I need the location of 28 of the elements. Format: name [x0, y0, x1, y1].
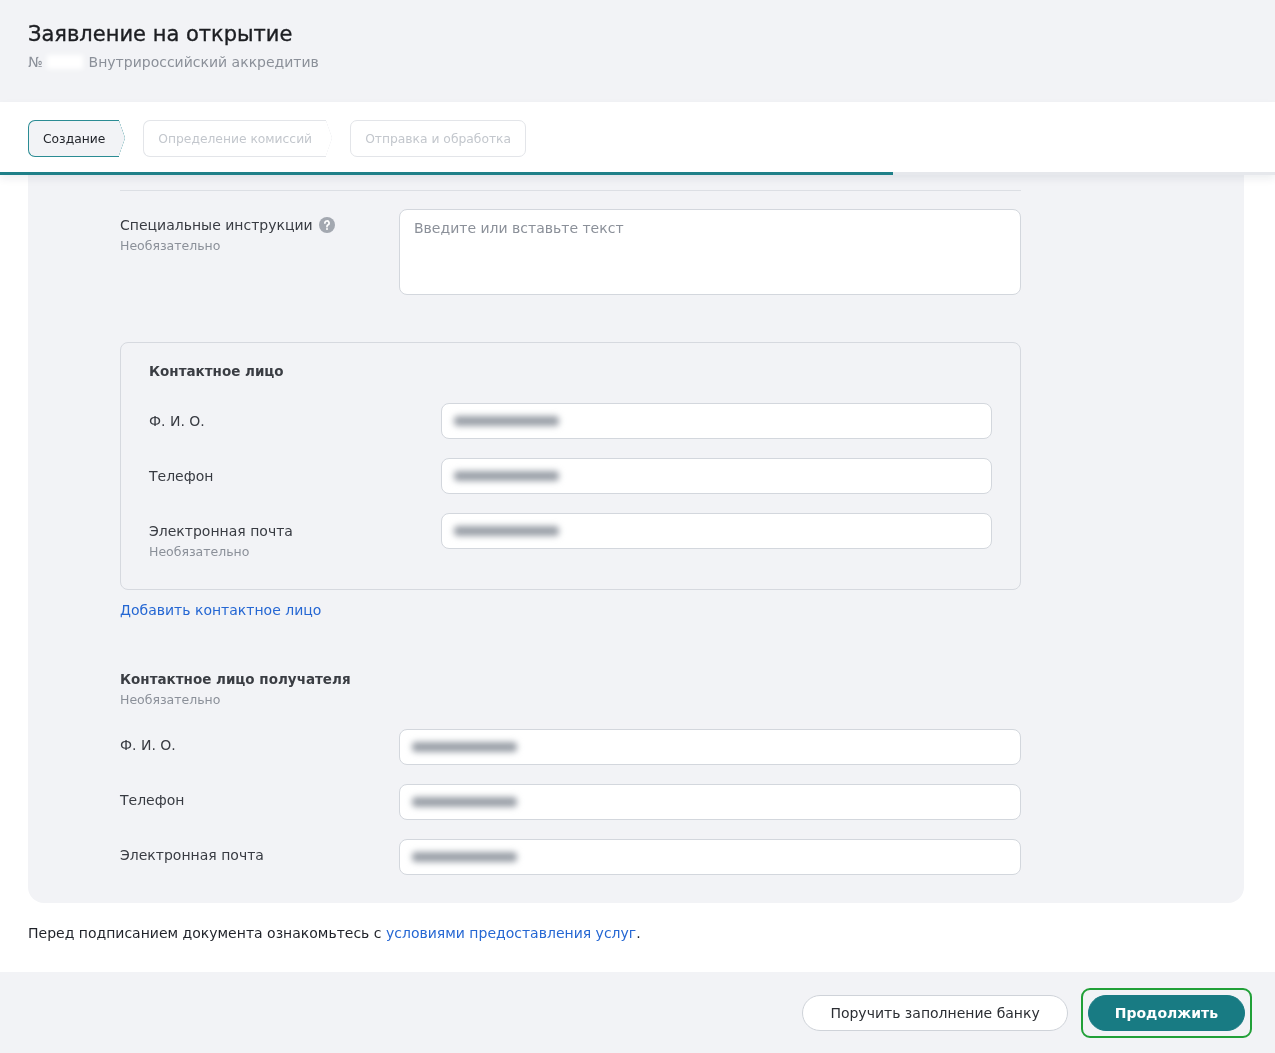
- field-label: Телефон: [149, 467, 214, 485]
- text-field[interactable]: [441, 458, 992, 494]
- terms-link[interactable]: условиями предоставления услуг: [385, 925, 637, 941]
- help-icon[interactable]: [318, 217, 335, 233]
- text-field[interactable]: [399, 784, 1021, 820]
- instructions-field[interactable]: Введите или вставьте текст: [399, 209, 1021, 295]
- continue-button[interactable]: Продолжить: [1080, 987, 1252, 1038]
- optional-hint: Необязательно: [120, 692, 222, 708]
- text-field[interactable]: [441, 513, 992, 549]
- delegate-button[interactable]: Поручить заполнение банку: [802, 994, 1068, 1031]
- optional-hint: Необязательно: [149, 544, 251, 560]
- field-label: Электронная почта: [149, 522, 293, 540]
- page-title: Заявление на открытие: [28, 21, 294, 48]
- section-title: Контактное лицо: [149, 363, 285, 379]
- text-field[interactable]: [399, 729, 1021, 765]
- field-label: Ф. И. О.: [149, 412, 205, 430]
- optional-hint: Необязательно: [120, 238, 222, 254]
- section-title: Контактное лицо получателя: [120, 671, 352, 687]
- terms-notice: Перед подписанием документа ознакомьтесь с условиями предоставления услуг.: [28, 924, 642, 942]
- field-label: Ф. И. О.: [120, 736, 176, 754]
- page-subtitle: Внутрироссийский аккредитив: [88, 53, 319, 71]
- field-label: Специальные инструкции: [120, 216, 313, 234]
- text-field[interactable]: [441, 403, 992, 439]
- number-sign: №: [28, 53, 43, 71]
- field-label: Телефон: [120, 791, 185, 809]
- text-field[interactable]: [399, 839, 1021, 875]
- add-contact-link[interactable]: Добавить контактное лицо: [120, 601, 322, 619]
- field-label: Электронная почта: [120, 846, 264, 864]
